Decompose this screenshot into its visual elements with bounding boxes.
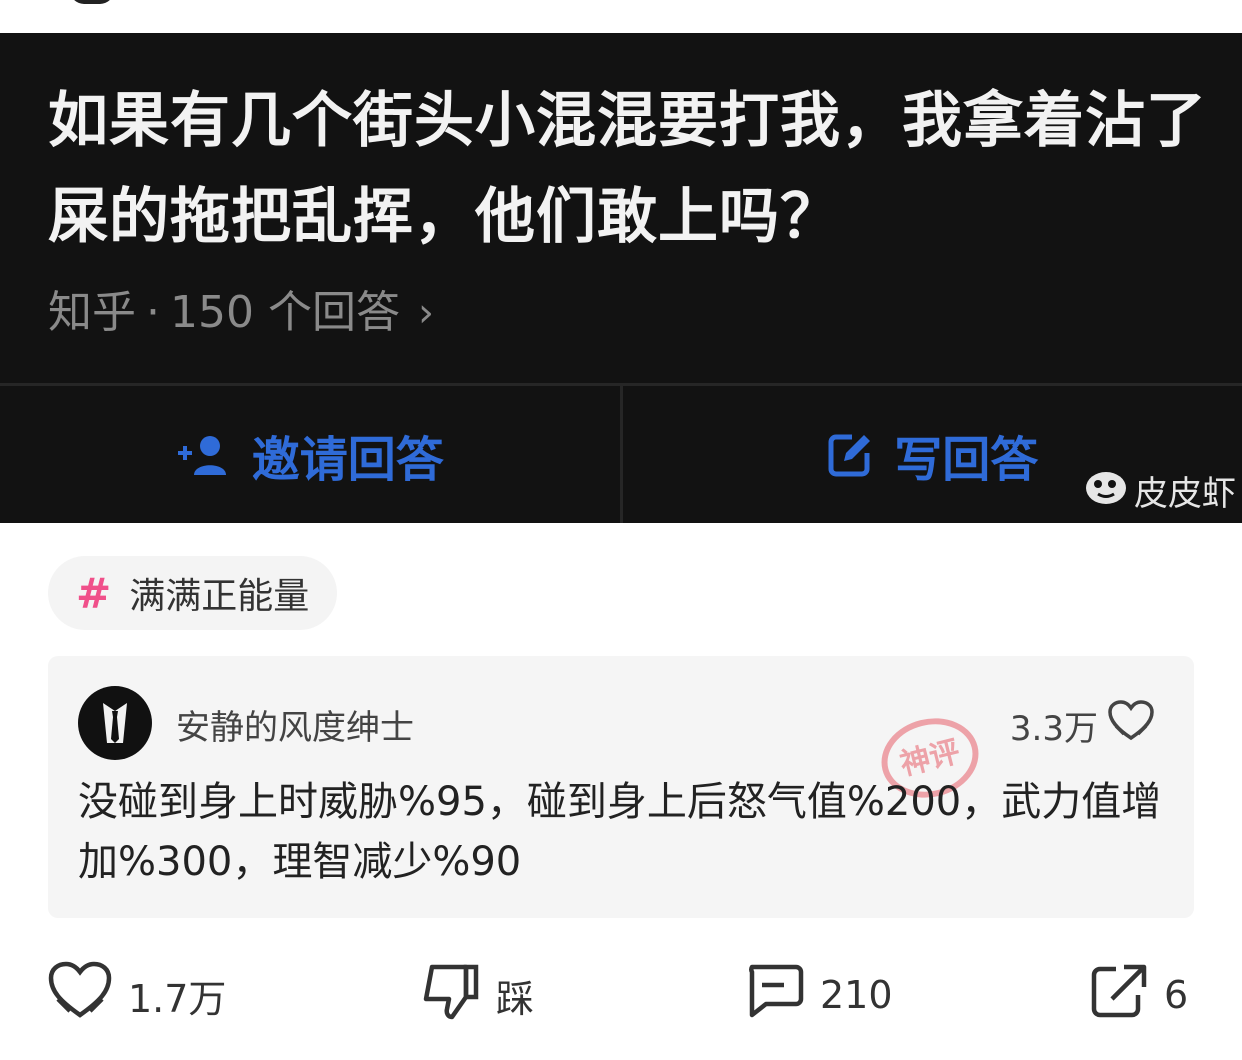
person-add-icon [176, 433, 232, 477]
question-meta[interactable]: 知乎 · 150 个回答 › [48, 285, 434, 341]
dislike-label: 踩 [496, 976, 535, 1021]
top-comment-card[interactable]: 安静的风度绅士 神评 3.3万 没碰到身上时威胁%95，碰到身上后怒气值%200… [48, 656, 1194, 918]
share-count: 6 [1164, 973, 1189, 1017]
comment-like-count: 3.3万 [1009, 709, 1098, 749]
question-screenshot: 如果有几个街头小混混要打我，我拿着沾了屎的拖把乱挥，他们敢上吗？ 知乎 · 15… [0, 33, 1242, 523]
comment-button[interactable]: 210 [744, 950, 893, 1040]
question-actions: 邀请回答 写回答 [0, 386, 1242, 523]
like-count: 1.7万 [128, 976, 227, 1021]
comment-icon [744, 963, 804, 1028]
share-button[interactable]: 6 [1090, 950, 1188, 1040]
meta-dot: · [146, 287, 160, 338]
share-icon [1090, 963, 1148, 1028]
write-answer-label: 写回答 [894, 431, 1039, 488]
avatar-sliver [70, 0, 114, 4]
source-label: 知乎 [48, 287, 136, 338]
hashtag-icon: # [76, 568, 112, 618]
answer-action-bar: 1.7万 踩 210 6 [0, 950, 1242, 1040]
question-title: 如果有几个街头小混混要打我，我拿着沾了屎的拖把乱挥，他们敢上吗？ [48, 86, 1207, 252]
topic-label: 满满正能量 [129, 576, 310, 617]
avatar[interactable] [78, 686, 152, 760]
heart-hands-icon [48, 961, 112, 1030]
topic-chip[interactable]: # 满满正能量 [48, 556, 338, 630]
chevron-right-icon: › [417, 290, 434, 336]
dislike-button[interactable]: 踩 [422, 950, 534, 1040]
invite-answer-label: 邀请回答 [251, 431, 444, 488]
thumbs-down-icon [422, 961, 480, 1030]
top-strip [0, 0, 1242, 33]
watermark-text: 皮皮虾 [1134, 474, 1236, 514]
comment-text: 没碰到身上时威胁%95，碰到身上后怒气值%200，武力值增加%300，理智减少%… [78, 779, 1162, 885]
heart-hands-icon [1108, 700, 1154, 751]
comment-like-button[interactable]: 3.3万 [1010, 700, 1154, 751]
invite-answer-button[interactable]: 邀请回答 [0, 386, 620, 523]
edit-icon [826, 431, 874, 479]
comment-count: 210 [820, 973, 893, 1017]
username[interactable]: 安静的风度绅士 [176, 700, 414, 749]
answer-count: 150 个回答 [170, 287, 400, 338]
like-button[interactable]: 1.7万 [48, 950, 226, 1040]
watermark: 皮皮虾 [1084, 466, 1236, 515]
shrimp-logo-icon [1084, 466, 1128, 515]
